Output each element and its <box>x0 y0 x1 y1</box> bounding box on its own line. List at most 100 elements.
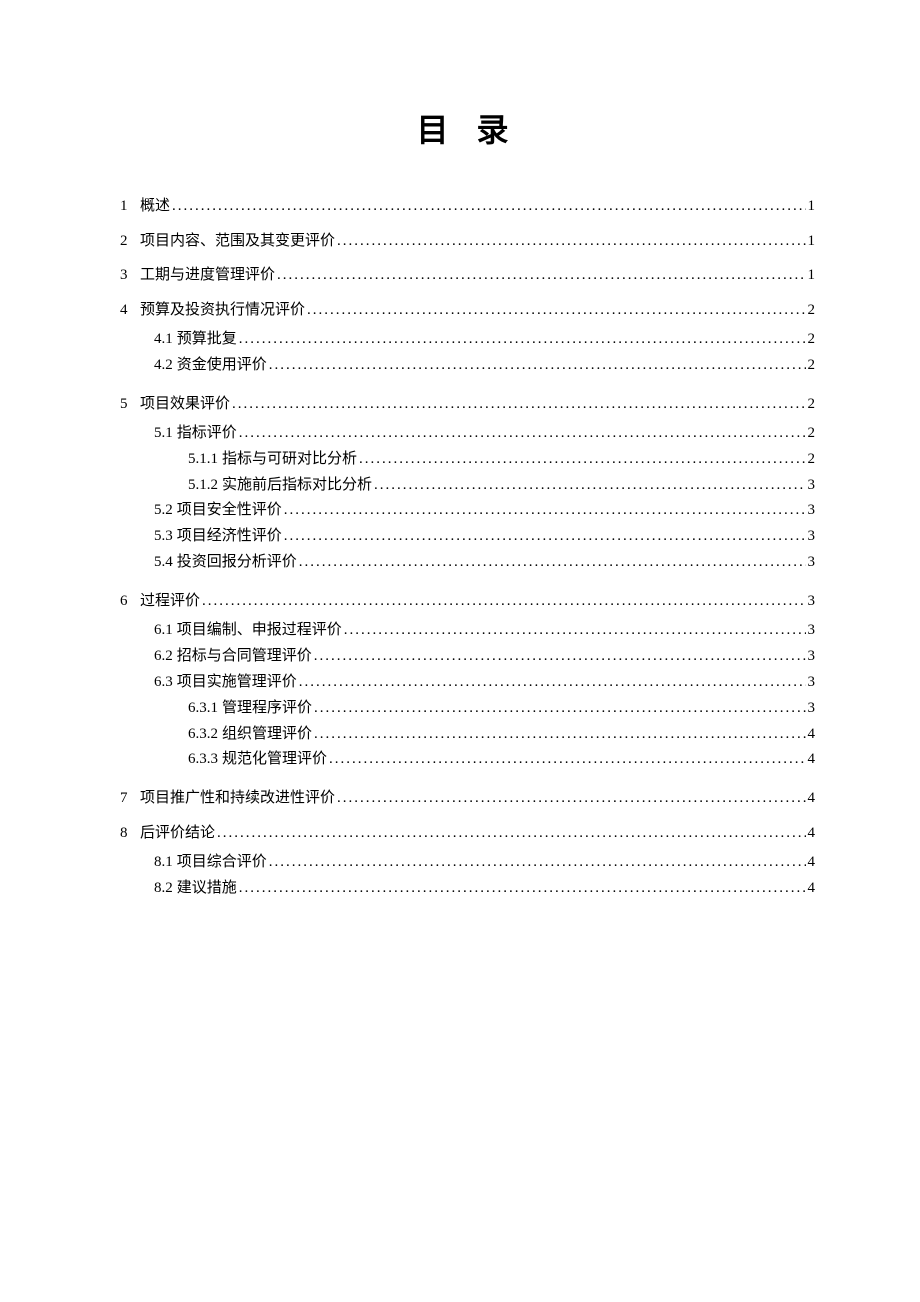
toc-entry-5-4: 5.4投资回报分析评价 3 <box>110 550 815 576</box>
toc-page-number: 1 <box>808 224 816 259</box>
toc-dots <box>239 327 806 353</box>
toc-entry-5-3: 5.3项目经济性评价 3 <box>110 524 815 550</box>
toc-entry-label: 5.3项目经济性评价 <box>154 524 282 550</box>
toc-dots <box>232 387 805 422</box>
toc-entry-8-1: 8.1项目综合评价 4 <box>110 850 815 876</box>
toc-dots <box>337 781 805 816</box>
toc-entry-7: 7项目推广性和持续改进性评价 4 <box>110 781 815 816</box>
toc-entry-label: 5.1.2实施前后指标对比分析 <box>188 473 372 499</box>
page-title: 目录 <box>110 105 815 151</box>
toc-page-number: 4 <box>808 816 816 851</box>
toc-page-number: 2 <box>808 387 816 422</box>
toc-group-6: 6.1项目编制、申报过程评价 3 6.2招标与合同管理评价 3 6.3项目实施管… <box>110 618 815 773</box>
toc-entry-3: 3工期与进度管理评价 1 <box>110 258 815 293</box>
toc-entry-label: 5.2项目安全性评价 <box>154 498 282 524</box>
toc-page-number: 2 <box>808 447 816 473</box>
toc-dots <box>314 644 806 670</box>
toc-page-number: 2 <box>808 421 816 447</box>
toc-entry-label: 5.1.1指标与可研对比分析 <box>188 447 357 473</box>
toc-entry-label: 6.1项目编制、申报过程评价 <box>154 618 342 644</box>
toc-entry-6-3: 6.3项目实施管理评价 3 <box>110 670 815 696</box>
toc-entry-label: 1概述 <box>120 189 170 224</box>
toc-entry-label: 8.1项目综合评价 <box>154 850 267 876</box>
toc-page-number: 3 <box>808 473 816 499</box>
toc-dots <box>329 747 805 773</box>
toc-entry-5-1-2: 5.1.2实施前后指标对比分析 3 <box>110 473 815 499</box>
toc-group-8: 8.1项目综合评价 4 8.2建议措施 4 <box>110 850 815 902</box>
toc-entry-label: 5.1指标评价 <box>154 421 237 447</box>
toc-page-number: 3 <box>808 618 816 644</box>
toc-dots <box>277 258 805 293</box>
toc-page-number: 1 <box>808 258 816 293</box>
toc-dots <box>284 524 806 550</box>
toc-page-number: 4 <box>808 747 816 773</box>
toc-entry-6-3-2: 6.3.2组织管理评价 4 <box>110 722 815 748</box>
toc-dots <box>299 550 806 576</box>
toc-entry-label: 6.2招标与合同管理评价 <box>154 644 312 670</box>
toc-entry-4-2: 4.2资金使用评价 2 <box>110 353 815 379</box>
toc-dots <box>269 850 806 876</box>
toc-page-number: 3 <box>808 498 816 524</box>
toc-entry-label: 5.4投资回报分析评价 <box>154 550 297 576</box>
toc-dots <box>314 722 805 748</box>
toc-entry-label: 4.2资金使用评价 <box>154 353 267 379</box>
toc-dots <box>284 498 806 524</box>
toc-dots <box>374 473 805 499</box>
toc-page-number: 4 <box>808 781 816 816</box>
toc-entry-5-2: 5.2项目安全性评价 3 <box>110 498 815 524</box>
toc-entry-6-1: 6.1项目编制、申报过程评价 3 <box>110 618 815 644</box>
toc-entry-label: 6.3.3规范化管理评价 <box>188 747 327 773</box>
toc-page-number: 3 <box>808 550 816 576</box>
toc-entry-label: 6过程评价 <box>120 584 200 619</box>
toc-dots <box>202 584 805 619</box>
toc-dots <box>359 447 805 473</box>
toc-entry-label: 4.1预算批复 <box>154 327 237 353</box>
toc-entry-8: 8后评价结论 4 <box>110 816 815 851</box>
toc-entry-4: 4预算及投资执行情况评价 2 <box>110 293 815 328</box>
toc-entry-6-3-3: 6.3.3规范化管理评价 4 <box>110 747 815 773</box>
toc-dots <box>239 876 806 902</box>
toc-entry-label: 5项目效果评价 <box>120 387 230 422</box>
toc-entry-1: 1概述 1 <box>110 189 815 224</box>
toc-entry-6-2: 6.2招标与合同管理评价 3 <box>110 644 815 670</box>
toc-entry-6-3-1: 6.3.1管理程序评价 3 <box>110 696 815 722</box>
toc-page-number: 1 <box>808 189 816 224</box>
toc-page-number: 3 <box>808 644 816 670</box>
toc-dots <box>299 670 806 696</box>
toc-entry-8-2: 8.2建议措施 4 <box>110 876 815 902</box>
toc-entry-6: 6过程评价 3 <box>110 584 815 619</box>
toc-page-number: 3 <box>808 584 816 619</box>
toc-dots <box>217 816 805 851</box>
toc-entry-label: 6.3项目实施管理评价 <box>154 670 297 696</box>
toc-entry-4-1: 4.1预算批复 2 <box>110 327 815 353</box>
toc-entry-label: 8后评价结论 <box>120 816 215 851</box>
table-of-contents: 1概述 1 2项目内容、范围及其变更评价 1 3工期与进度管理评价 1 4预算及… <box>110 189 815 902</box>
toc-page-number: 4 <box>808 722 816 748</box>
toc-page-number: 2 <box>808 293 816 328</box>
toc-page-number: 2 <box>808 353 816 379</box>
toc-group-5: 5.1指标评价 2 5.1.1指标与可研对比分析 2 5.1.2实施前后指标对比… <box>110 421 815 576</box>
toc-entry-label: 2项目内容、范围及其变更评价 <box>120 224 335 259</box>
toc-page-number: 4 <box>808 876 816 902</box>
toc-entry-label: 6.3.2组织管理评价 <box>188 722 312 748</box>
toc-page-number: 3 <box>808 670 816 696</box>
toc-group-4: 4.1预算批复 2 4.2资金使用评价 2 <box>110 327 815 379</box>
toc-page-number: 3 <box>808 696 816 722</box>
toc-entry-label: 4预算及投资执行情况评价 <box>120 293 305 328</box>
toc-entry-2: 2项目内容、范围及其变更评价 1 <box>110 224 815 259</box>
toc-dots <box>337 224 805 259</box>
toc-entry-label: 6.3.1管理程序评价 <box>188 696 312 722</box>
toc-page-number: 3 <box>808 524 816 550</box>
toc-entry-5: 5项目效果评价 2 <box>110 387 815 422</box>
toc-entry-5-1-1: 5.1.1指标与可研对比分析 2 <box>110 447 815 473</box>
toc-entry-5-1: 5.1指标评价 2 <box>110 421 815 447</box>
toc-page-number: 4 <box>808 850 816 876</box>
toc-dots <box>239 421 806 447</box>
toc-entry-label: 3工期与进度管理评价 <box>120 258 275 293</box>
toc-dots <box>344 618 806 644</box>
toc-entry-label: 7项目推广性和持续改进性评价 <box>120 781 335 816</box>
toc-dots <box>314 696 805 722</box>
toc-dots <box>269 353 806 379</box>
toc-dots <box>307 293 805 328</box>
toc-page-number: 2 <box>808 327 816 353</box>
